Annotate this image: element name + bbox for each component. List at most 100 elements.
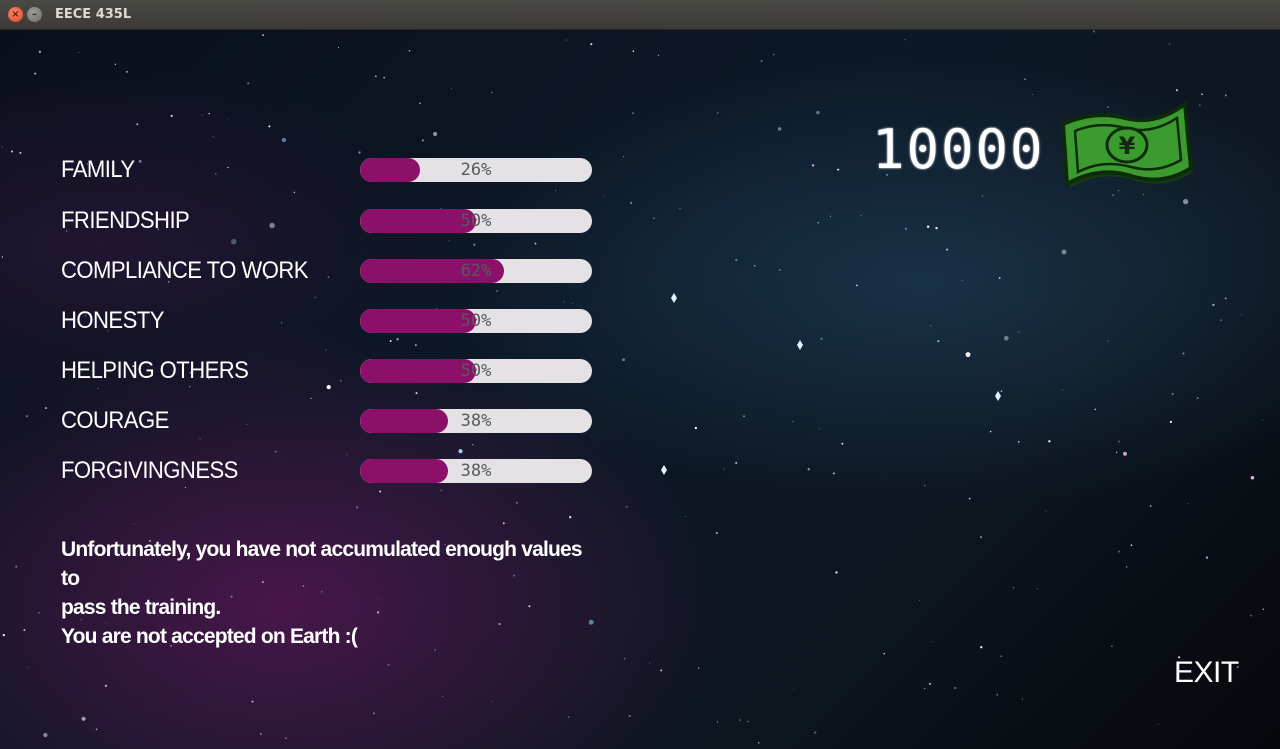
- star: [34, 72, 37, 75]
- sparkle-star: [661, 465, 667, 475]
- star: [1123, 451, 1127, 456]
- value-label: FAMILY: [61, 156, 135, 183]
- progress-bar: 50%: [360, 309, 592, 333]
- star: [816, 110, 820, 115]
- star: [26, 666, 28, 668]
- star: [1017, 331, 1020, 333]
- star: [379, 490, 382, 493]
- close-window-button[interactable]: ×: [8, 7, 23, 22]
- sparkle-star: [797, 340, 803, 350]
- star: [1000, 655, 1002, 657]
- value-row-family: FAMILY 26%: [0, 148, 640, 188]
- star: [1000, 390, 1003, 392]
- star: [491, 92, 493, 94]
- message-line: pass the training.: [61, 596, 221, 619]
- star: [534, 242, 537, 245]
- star: [698, 667, 700, 669]
- star: [998, 277, 1001, 279]
- star: [440, 489, 443, 492]
- star: [811, 164, 815, 167]
- progress-percent: 50%: [460, 311, 492, 331]
- window-title: EECE 435L: [55, 7, 132, 22]
- sparkle-star: [995, 391, 1001, 401]
- star: [777, 127, 782, 131]
- value-label: HELPING OTHERS: [61, 357, 249, 384]
- star: [1168, 43, 1171, 45]
- star: [15, 565, 18, 568]
- progress-percent: 62%: [460, 261, 492, 281]
- star: [1112, 194, 1115, 197]
- progress-percent: 50%: [460, 361, 492, 381]
- star: [1032, 94, 1033, 95]
- star: [1262, 419, 1264, 421]
- star: [1048, 440, 1051, 443]
- star: [657, 54, 660, 57]
- star: [314, 296, 316, 299]
- star: [293, 191, 296, 194]
- star: [473, 243, 476, 246]
- star: [747, 720, 749, 723]
- star: [356, 506, 359, 509]
- star: [227, 118, 228, 120]
- star: [1062, 389, 1064, 391]
- star: [694, 426, 698, 430]
- star: [626, 506, 628, 508]
- star: [685, 516, 686, 517]
- star: [928, 682, 932, 685]
- message-line: You are not accepted on Earth :(: [61, 625, 358, 648]
- exit-button[interactable]: EXIT: [1174, 656, 1239, 690]
- star: [251, 700, 254, 703]
- progress-bar: 38%: [360, 459, 592, 483]
- star: [820, 337, 823, 340]
- star: [837, 168, 840, 171]
- progress-bar: 26%: [360, 158, 592, 182]
- value-label: COMPLIANCE TO WORK: [61, 257, 308, 284]
- star: [932, 641, 933, 643]
- star: [448, 240, 450, 242]
- star: [568, 716, 570, 718]
- star: [753, 264, 756, 267]
- money-amount: 10000: [872, 118, 1045, 181]
- star: [832, 472, 835, 475]
- star: [212, 136, 214, 138]
- star: [817, 222, 819, 224]
- progress-bar: 50%: [360, 359, 592, 383]
- star: [170, 114, 173, 117]
- value-label: COURAGE: [61, 407, 169, 434]
- star: [496, 290, 498, 292]
- star: [1182, 352, 1185, 355]
- star: [919, 599, 921, 601]
- star: [432, 131, 438, 137]
- star: [649, 662, 651, 664]
- star: [1118, 440, 1120, 443]
- star: [285, 737, 287, 739]
- star: [793, 689, 795, 690]
- star: [835, 571, 838, 574]
- star: [628, 714, 631, 718]
- star: [1262, 608, 1264, 610]
- message-line: Unfortunately, you have not accumulated …: [61, 538, 583, 561]
- star: [450, 88, 452, 90]
- star: [855, 284, 858, 287]
- star: [565, 39, 567, 41]
- sparkle-star: [671, 293, 677, 303]
- star: [930, 325, 932, 327]
- star: [1021, 698, 1023, 700]
- progress-bar: 50%: [360, 209, 592, 233]
- star: [231, 238, 237, 245]
- star: [841, 442, 844, 445]
- star: [757, 742, 760, 744]
- star: [104, 684, 108, 687]
- star: [603, 195, 605, 197]
- star: [1205, 556, 1209, 559]
- star: [1036, 588, 1038, 590]
- star: [735, 258, 738, 262]
- message-line: to: [61, 567, 80, 590]
- star: [717, 112, 719, 114]
- star: [632, 50, 635, 52]
- star: [408, 50, 411, 52]
- star: [653, 217, 655, 219]
- minimize-window-button[interactable]: –: [27, 7, 42, 22]
- star: [945, 248, 949, 251]
- star: [419, 102, 421, 105]
